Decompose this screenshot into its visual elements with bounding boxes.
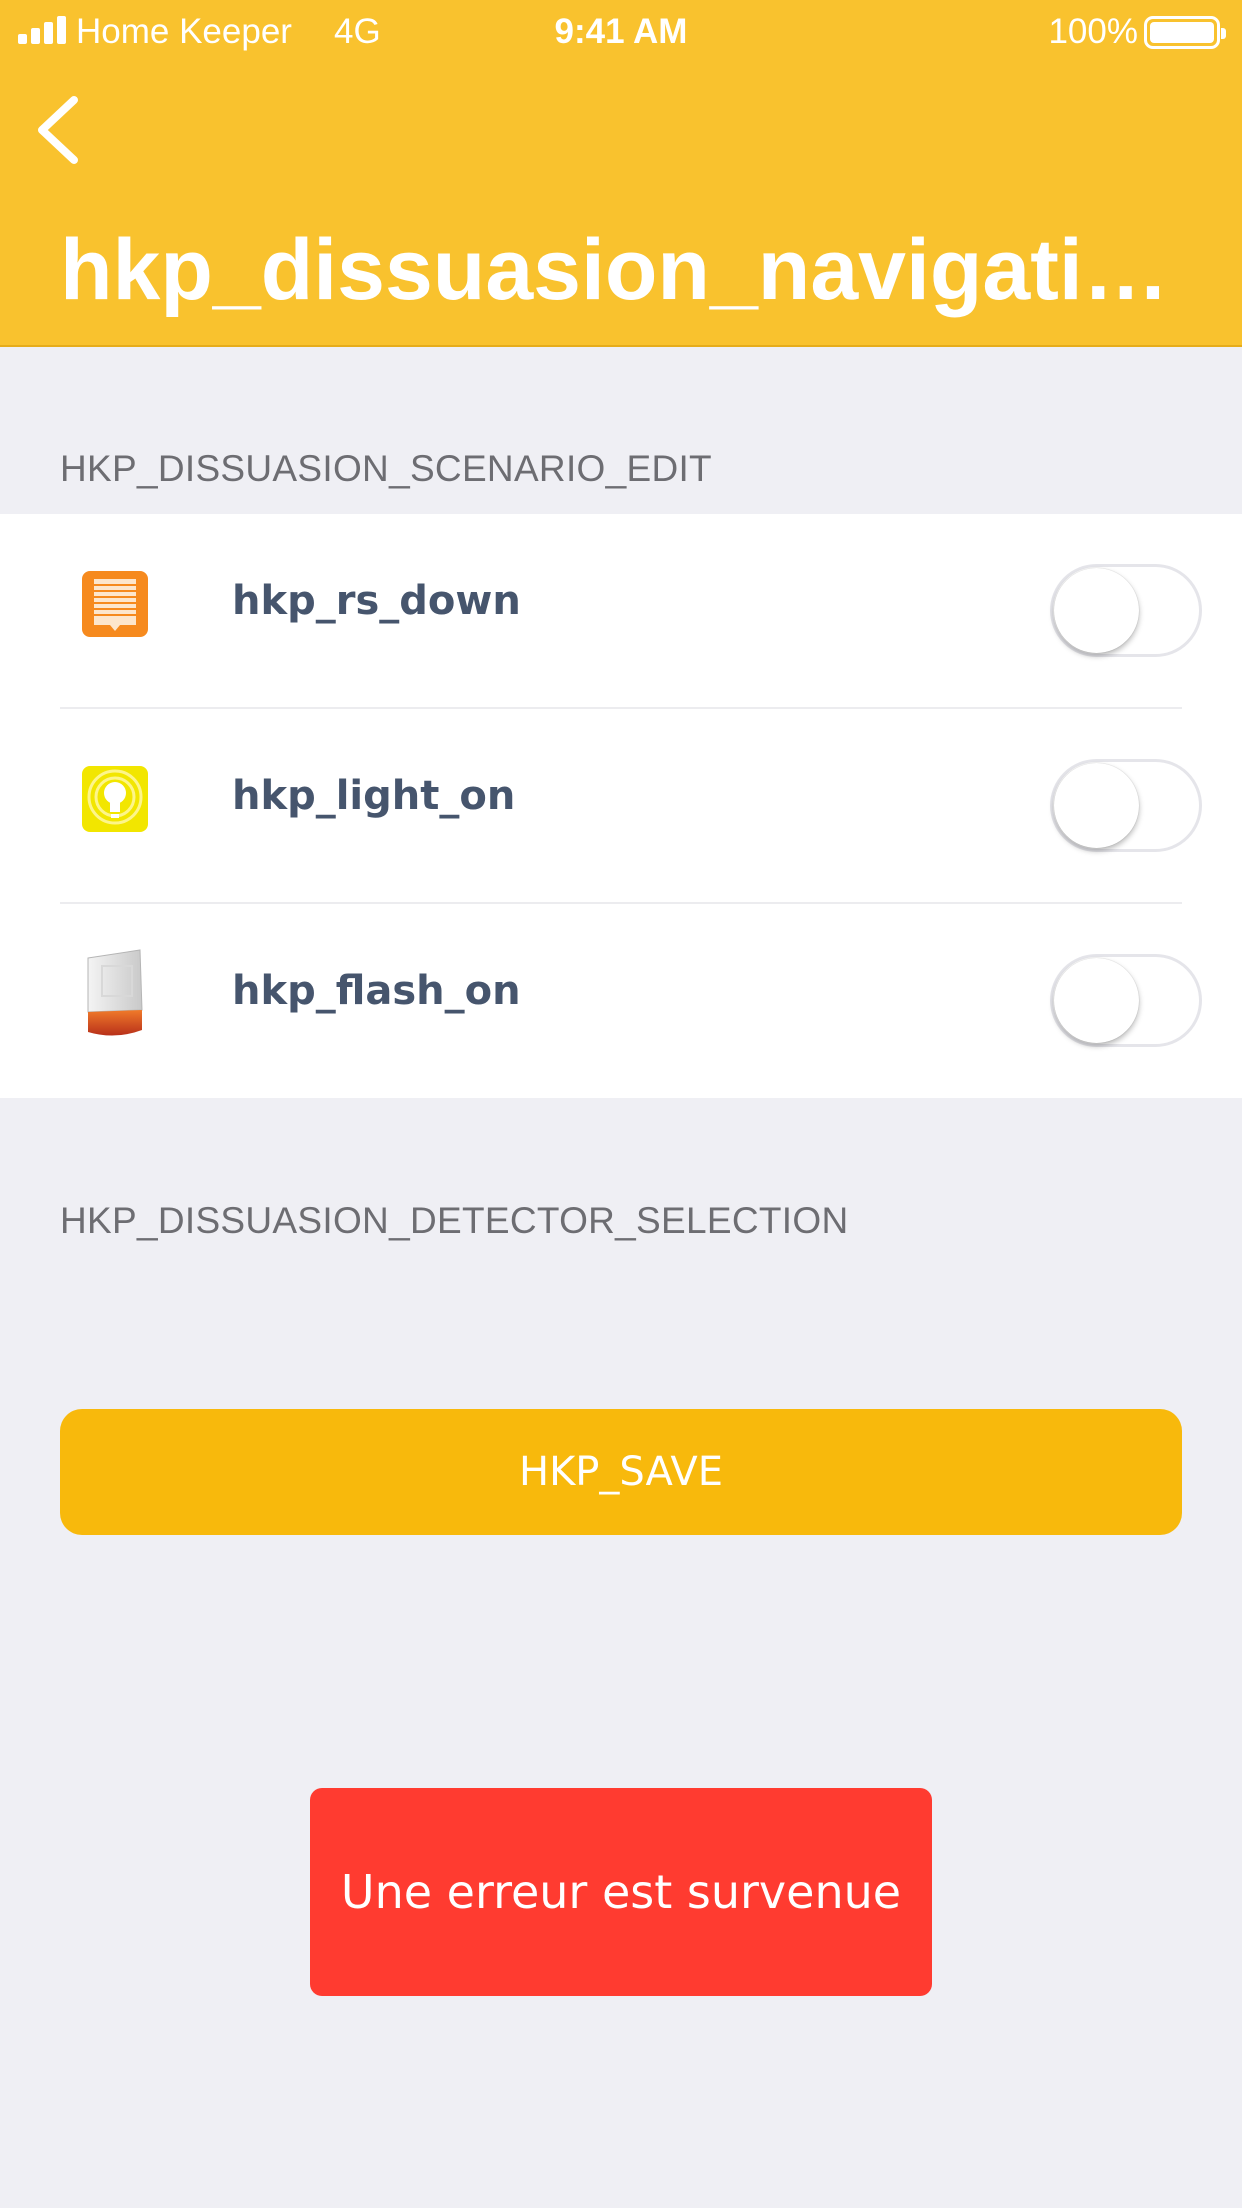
siren-icon: [87, 949, 143, 1036]
error-toast: Une erreur est survenue: [310, 1788, 932, 1996]
battery-icon: [1144, 16, 1226, 49]
scenario-row-rs-down: hkp_rs_down: [0, 514, 1242, 709]
nav-header: Home Keeper 4G 9:41 AM 100% hkp_dissuasi…: [0, 0, 1242, 347]
light-on-toggle[interactable]: [1050, 759, 1202, 852]
status-bar: Home Keeper 4G 9:41 AM 100%: [0, 0, 1242, 62]
scenario-section-header: HKP_DISSUASION_SCENARIO_EDIT: [60, 448, 712, 489]
flash-on-toggle[interactable]: [1050, 954, 1202, 1047]
scenario-list: hkp_rs_down hkp_light_on hkp_flash_on: [0, 514, 1242, 1098]
scenario-row-light-on: hkp_light_on: [0, 709, 1242, 904]
roller-shutter-icon: [82, 571, 148, 637]
scenario-item-label: hkp_light_on: [232, 773, 516, 819]
battery-percentage: 100%: [1048, 12, 1138, 51]
scenario-item-label: hkp_rs_down: [232, 578, 521, 624]
rs-down-toggle[interactable]: [1050, 564, 1202, 657]
light-bulb-icon: [82, 766, 148, 832]
save-button[interactable]: HKP_SAVE: [60, 1409, 1182, 1535]
page-title: hkp_dissuasion_navigatio...: [60, 222, 1190, 318]
detector-section-header: HKP_DISSUASION_DETECTOR_SELECTION: [60, 1200, 849, 1241]
chevron-left-icon: [38, 96, 78, 164]
scenario-row-flash-on: hkp_flash_on: [0, 904, 1242, 1099]
back-button[interactable]: [28, 90, 98, 170]
scenario-item-label: hkp_flash_on: [232, 968, 521, 1014]
